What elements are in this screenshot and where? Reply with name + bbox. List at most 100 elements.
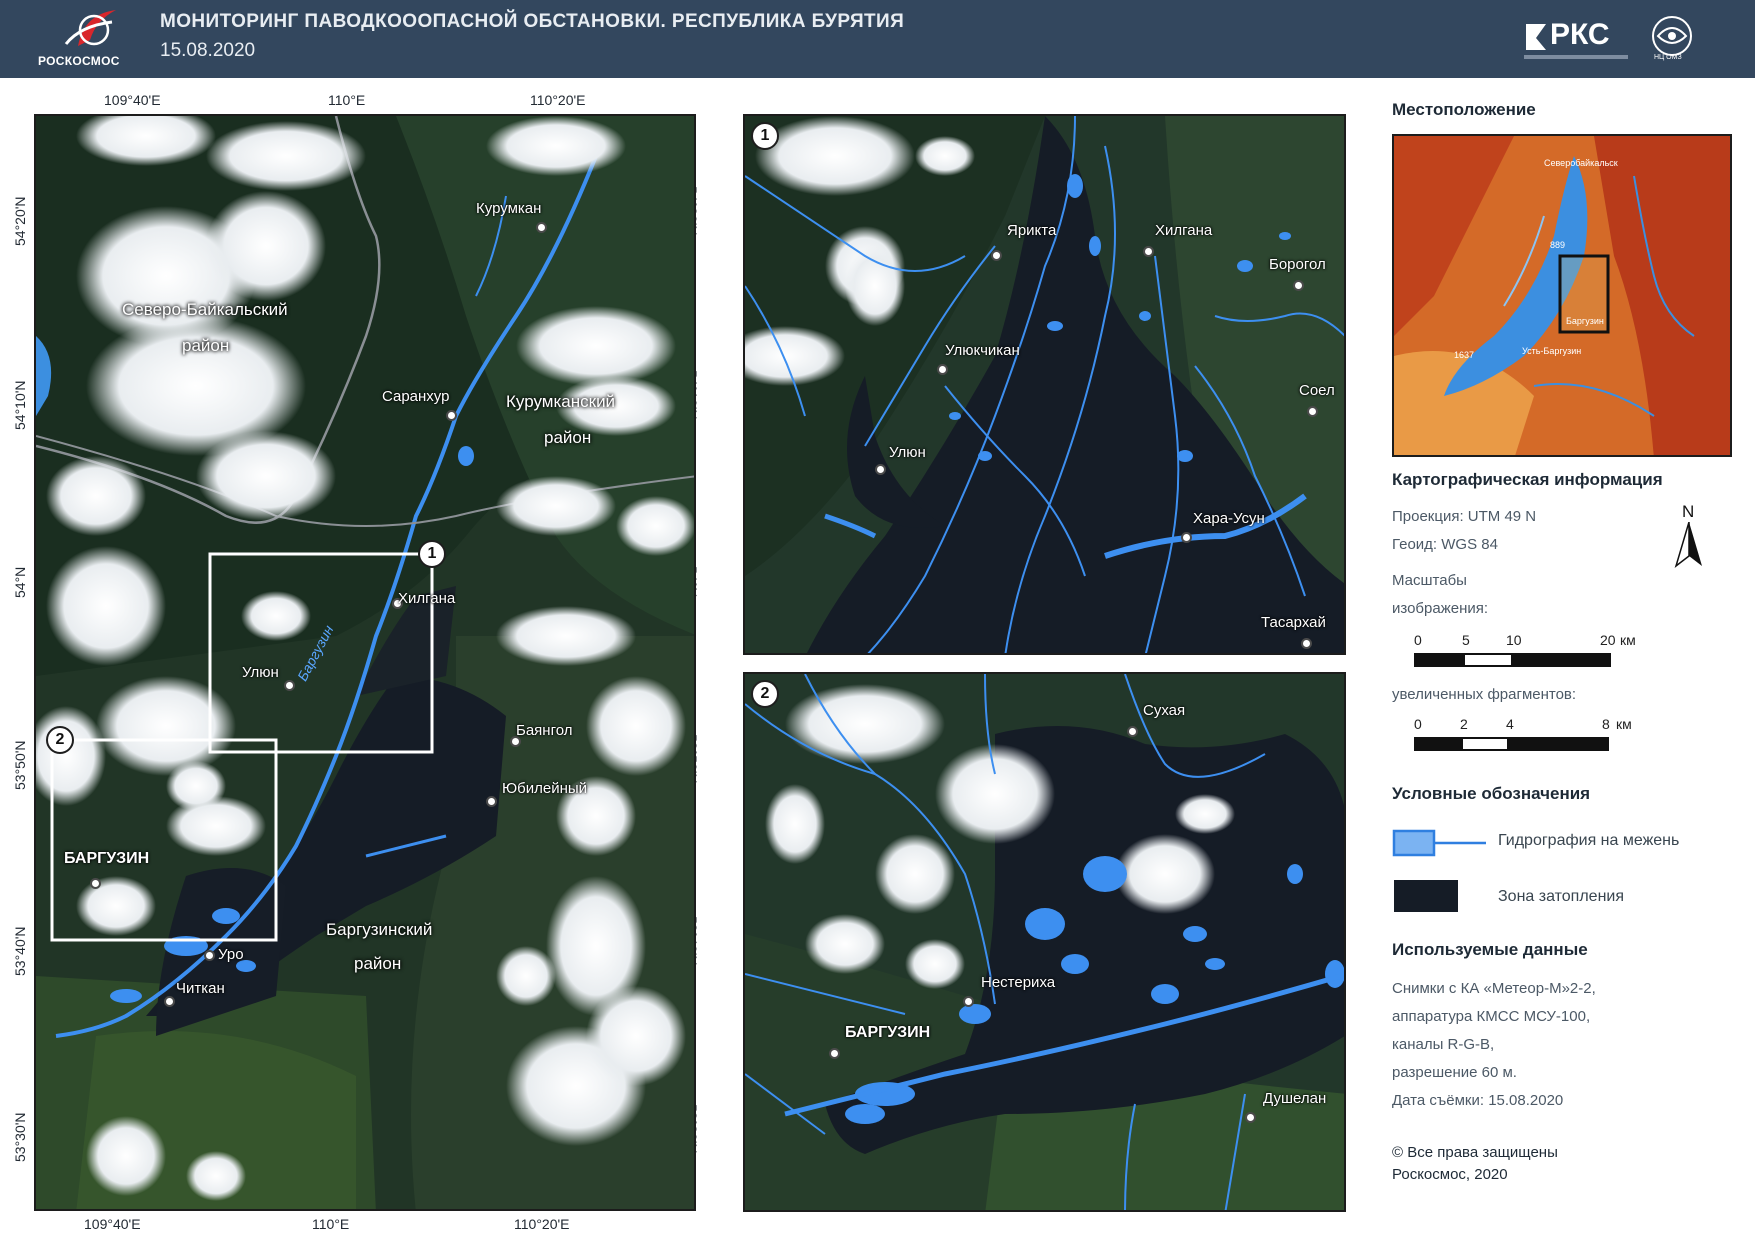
location-relief-map bbox=[1394, 136, 1730, 455]
scale-tick: 8 bbox=[1602, 716, 1610, 732]
inset-2-image bbox=[745, 674, 1344, 1210]
scale-bar-graphic bbox=[1414, 737, 1609, 751]
bottom-coord: 109°40'E bbox=[84, 1216, 141, 1232]
cartographic-info-title: Картографическая информация bbox=[1392, 470, 1663, 489]
settlement-marker bbox=[536, 222, 547, 233]
inset-2-badge: 2 bbox=[751, 680, 779, 708]
header-bar: РОСКОСМОС МОНИТОРИНГ ПАВОДКООOПАСНОЙ ОБС… bbox=[0, 0, 1755, 78]
place-label-barguzin-inset: БАРГУЗИН bbox=[845, 1024, 931, 1041]
scale-tick: 2 bbox=[1460, 716, 1468, 732]
place-label-ulyun-inset: Улюн bbox=[889, 444, 926, 461]
settlement-marker bbox=[284, 680, 295, 691]
settlement-marker bbox=[875, 464, 886, 475]
locmap-city-label: Северобайкальск bbox=[1544, 158, 1618, 168]
top-coord: 110°20'E bbox=[530, 92, 586, 108]
inset-1-marker[interactable]: 1 bbox=[418, 540, 446, 568]
place-label-nesterikha: Нестериха bbox=[981, 974, 1056, 991]
image-scale-bar: 0 5 10 20 км bbox=[1410, 632, 1670, 672]
scale-bar-graphic bbox=[1414, 653, 1611, 667]
settlement-marker bbox=[1127, 726, 1138, 737]
place-label-hilgana: Хилгана bbox=[398, 590, 456, 607]
region-label-severo-baikalsky-2: район bbox=[182, 336, 230, 355]
locmap-city-label: Усть-Баргузин bbox=[1522, 346, 1582, 356]
inset-2-marker[interactable]: 2 bbox=[46, 726, 74, 754]
data-line: Дата съёмки: 15.08.2020 bbox=[1392, 1092, 1564, 1109]
scale-tick: 0 bbox=[1414, 716, 1422, 732]
place-label-tasarhai: Тасархай bbox=[1261, 614, 1326, 631]
ntso-logo-text: НЦ ОМЗ bbox=[1654, 54, 1682, 61]
place-label-saranhur: Саранхур bbox=[382, 388, 450, 405]
settlement-marker bbox=[963, 996, 974, 1007]
top-coord: 109°40'E bbox=[104, 92, 161, 108]
legend-flood-label: Зона затопления bbox=[1498, 888, 1625, 905]
scale-unit: км bbox=[1620, 632, 1636, 648]
left-coord: 53°40'N bbox=[12, 926, 28, 976]
used-data-title: Используемые данные bbox=[1392, 940, 1588, 959]
projection-info: Проекция: UTM 49 N bbox=[1392, 508, 1537, 525]
locmap-city-label: Баргузин bbox=[1566, 316, 1604, 326]
settlement-marker bbox=[1245, 1112, 1256, 1123]
scale-tick: 4 bbox=[1506, 716, 1514, 732]
settlement-marker bbox=[486, 796, 497, 807]
main-satellite-map[interactable]: 1 2 Курумкан Саранхур Хилгана Улюн Баянг… bbox=[34, 114, 696, 1211]
place-label-borogol: Борогол bbox=[1269, 256, 1326, 273]
inset-scale-label: увеличенных фрагментов: bbox=[1392, 686, 1577, 703]
left-coord: 53°50'N bbox=[12, 740, 28, 790]
legend-hydro-label: Гидрография на межень bbox=[1498, 832, 1680, 849]
north-arrow-icon bbox=[1674, 522, 1702, 568]
inset-map-2[interactable]: 2 Сухая Нестериха БАРГУЗИН Душелан bbox=[743, 672, 1346, 1212]
scales-label: Масштабы bbox=[1392, 572, 1467, 589]
settlement-marker bbox=[829, 1048, 840, 1059]
left-coord: 54°10'N bbox=[12, 380, 28, 430]
locmap-depth-label: 889 bbox=[1550, 240, 1566, 250]
rks-logo-underline bbox=[1524, 55, 1628, 59]
place-label-kurumkan: Курумкан bbox=[476, 200, 542, 217]
roscosmos-logo: РОСКОСМОС bbox=[36, 6, 136, 72]
data-line: Снимки с КА «Метеор-М»2-2, bbox=[1392, 980, 1596, 997]
rks-logo: РКС bbox=[1524, 18, 1628, 62]
place-label-bayangol: Баянгол bbox=[516, 722, 573, 739]
settlement-marker bbox=[1143, 246, 1154, 257]
legend-hydro-swatch bbox=[1392, 828, 1488, 858]
place-label-barguzin: БАРГУЗИН bbox=[64, 850, 150, 867]
copyright-line: Роскосмос, 2020 bbox=[1392, 1166, 1508, 1183]
place-label-chitkan: Читкан bbox=[176, 980, 225, 997]
inset-scale-bar: 0 2 4 8 км bbox=[1410, 716, 1670, 756]
inset-map-1[interactable]: 1 Ярикта Хилгана Борогол Улюкчикан Соел … bbox=[743, 114, 1346, 655]
place-label-suhaya: Сухая bbox=[1143, 702, 1186, 719]
settlement-marker bbox=[1307, 406, 1318, 417]
copyright-line: © Все права защищены bbox=[1392, 1144, 1558, 1161]
data-line: разрешение 60 м. bbox=[1392, 1064, 1517, 1081]
scale-tick: 10 bbox=[1506, 632, 1522, 648]
rks-mark-icon bbox=[1526, 24, 1546, 50]
settlement-marker bbox=[204, 950, 215, 961]
bottom-coord: 110°E bbox=[312, 1216, 350, 1232]
bottom-coord: 110°20'E bbox=[514, 1216, 570, 1232]
scale-tick: 20 bbox=[1600, 632, 1616, 648]
region-label-severo-baikalsky: Северо-Байкальский bbox=[122, 300, 288, 319]
left-coord: 54°20'N bbox=[12, 196, 28, 246]
ntso-logo: НЦ ОМЗ bbox=[1650, 14, 1694, 64]
left-coord: 54°N bbox=[12, 566, 28, 598]
scale-tick: 0 bbox=[1414, 632, 1422, 648]
satellite-image bbox=[36, 116, 694, 1209]
place-label-hilgana-inset: Хилгана bbox=[1155, 222, 1213, 239]
location-title: Местоположение bbox=[1392, 100, 1536, 119]
inset-1-image bbox=[745, 116, 1344, 653]
page-title: МОНИТОРИНГ ПАВОДКООOПАСНОЙ ОБСТАНОВКИ. Р… bbox=[160, 11, 905, 32]
settlement-marker bbox=[937, 364, 948, 375]
legend-flood-swatch bbox=[1394, 880, 1458, 912]
settlement-marker bbox=[90, 878, 101, 889]
locmap-depth-label: 1637 bbox=[1454, 350, 1475, 360]
scale-unit: км bbox=[1616, 716, 1632, 732]
data-line: аппаратура КМСС МСУ-100, bbox=[1392, 1008, 1591, 1025]
region-label-barguzinsky-2: район bbox=[354, 954, 402, 973]
left-coord: 53°30'N bbox=[12, 1112, 28, 1162]
settlement-marker bbox=[164, 996, 175, 1007]
place-label-ulyun: Улюн bbox=[242, 664, 279, 681]
place-label-ulyukchikan: Улюкчикан bbox=[945, 342, 1020, 359]
location-map[interactable]: 889 1637 Северобайкальск Усть-Баргузин Б… bbox=[1392, 134, 1732, 457]
roscosmos-emblem-icon bbox=[64, 10, 116, 46]
place-label-yarikta: Ярикта bbox=[1007, 222, 1057, 239]
north-label: N bbox=[1682, 502, 1695, 521]
